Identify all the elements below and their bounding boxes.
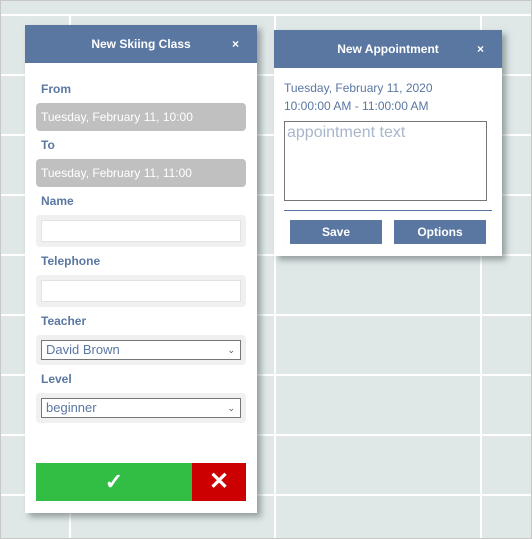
chevron-down-icon: ⌄ bbox=[227, 345, 235, 355]
name-input[interactable] bbox=[41, 220, 241, 242]
level-label: Level bbox=[41, 372, 72, 386]
level-selected-value: beginner bbox=[46, 400, 97, 415]
teacher-select[interactable]: David Brown ⌄ bbox=[41, 340, 241, 360]
appointment-text-input[interactable] bbox=[284, 121, 487, 201]
close-icon[interactable]: × bbox=[477, 30, 484, 68]
to-label: To bbox=[41, 138, 55, 152]
from-label: From bbox=[41, 82, 71, 96]
chevron-down-icon: ⌄ bbox=[227, 403, 235, 413]
teacher-field-wrap: David Brown ⌄ bbox=[36, 335, 246, 365]
dialog-title: New Skiing Class bbox=[91, 37, 191, 51]
name-field-wrap bbox=[36, 215, 246, 247]
appointment-dialog: New Appointment × Tuesday, February 11, … bbox=[274, 30, 502, 256]
skiing-class-dialog: New Skiing Class × From Tuesday, Februar… bbox=[25, 25, 257, 513]
grid-line bbox=[1, 14, 531, 16]
close-icon: ✕ bbox=[208, 468, 230, 495]
confirm-button[interactable]: ✓ bbox=[36, 463, 192, 501]
name-label: Name bbox=[41, 194, 74, 208]
close-icon[interactable]: × bbox=[232, 25, 239, 63]
telephone-field-wrap bbox=[36, 275, 246, 307]
save-button[interactable]: Save bbox=[290, 220, 382, 244]
cancel-button[interactable]: ✕ bbox=[192, 463, 246, 501]
from-field: Tuesday, February 11, 10:00 bbox=[36, 103, 246, 131]
dialog-header: New Appointment × bbox=[274, 30, 502, 68]
checkmark-icon: ✓ bbox=[104, 469, 124, 494]
telephone-label: Telephone bbox=[41, 254, 101, 268]
appointment-date: Tuesday, February 11, 2020 bbox=[284, 81, 433, 95]
to-field: Tuesday, February 11, 11:00 bbox=[36, 159, 246, 187]
level-field-wrap: beginner ⌄ bbox=[36, 393, 246, 423]
options-button[interactable]: Options bbox=[394, 220, 486, 244]
divider bbox=[284, 210, 492, 211]
level-select[interactable]: beginner ⌄ bbox=[41, 398, 241, 418]
teacher-selected-value: David Brown bbox=[46, 342, 120, 357]
dialog-header: New Skiing Class × bbox=[25, 25, 257, 63]
teacher-label: Teacher bbox=[41, 314, 87, 328]
dialog-title: New Appointment bbox=[337, 42, 439, 56]
telephone-input[interactable] bbox=[41, 280, 241, 302]
appointment-time-range: 10:00:00 AM - 11:00:00 AM bbox=[284, 99, 429, 113]
